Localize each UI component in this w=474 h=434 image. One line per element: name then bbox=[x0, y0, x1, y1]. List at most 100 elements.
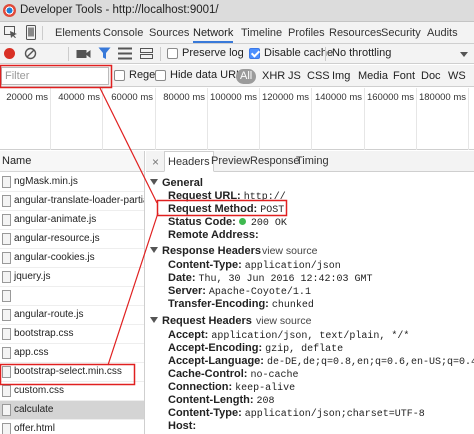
tab-audits[interactable]: Audits bbox=[427, 22, 458, 43]
tab-timeline[interactable]: Timeline bbox=[241, 22, 282, 43]
record-button[interactable] bbox=[4, 48, 15, 59]
tab-profiles[interactable]: Profiles bbox=[288, 22, 325, 43]
file-icon bbox=[2, 252, 11, 264]
request-row[interactable]: angular-animate.js bbox=[0, 211, 144, 230]
clear-icon[interactable] bbox=[24, 47, 37, 60]
overview-tick-label: 40000 ms bbox=[58, 92, 100, 103]
request-row[interactable]: app.css bbox=[0, 344, 144, 363]
name-column-header[interactable]: Name bbox=[0, 151, 144, 172]
header-row: Status Code: 200 OK bbox=[168, 216, 287, 229]
request-row-selected[interactable]: calculate bbox=[0, 401, 144, 420]
disable-cache-checkbox[interactable] bbox=[249, 48, 260, 59]
request-row[interactable]: angular-resource.js bbox=[0, 230, 144, 249]
header-row: Cache-Control: no-cache bbox=[168, 368, 299, 381]
regex-checkbox[interactable] bbox=[114, 70, 125, 81]
overview-tick-label: 120000 ms bbox=[261, 92, 309, 103]
header-row: Accept: application/json, text/plain, */* bbox=[168, 329, 410, 342]
status-ok-icon bbox=[238, 218, 246, 225]
view-source-link[interactable]: view source bbox=[256, 315, 311, 327]
request-name: app.css bbox=[14, 347, 49, 358]
tab-preview[interactable]: Preview bbox=[211, 151, 250, 171]
toolbar-divider bbox=[160, 47, 161, 61]
large-rows-icon[interactable] bbox=[140, 48, 153, 59]
toolbar-divider bbox=[68, 47, 69, 61]
network-overview[interactable]: 20000 ms 40000 ms 60000 ms 80000 ms 1000… bbox=[0, 88, 474, 150]
overview-tick-label: 80000 ms bbox=[163, 92, 205, 103]
general-section-header[interactable]: General bbox=[150, 177, 203, 189]
request-row[interactable]: ngMask.min.js bbox=[0, 173, 144, 192]
tab-sources[interactable]: Sources bbox=[149, 22, 189, 43]
header-row: Accept-Language: de-DE,de;q=0.8,en;q=0.6,… bbox=[168, 355, 474, 368]
response-headers-section-header[interactable]: Response Headers bbox=[150, 245, 261, 257]
type-filter-img[interactable]: Img bbox=[332, 69, 350, 84]
title-bar: Developer Tools - http://localhost:9001/ bbox=[0, 0, 474, 22]
type-filter-doc[interactable]: Doc bbox=[421, 69, 441, 84]
request-name: bootstrap-select.min.css bbox=[14, 366, 122, 377]
camera-icon[interactable] bbox=[76, 48, 91, 59]
disable-cache-label: Disable cache bbox=[264, 47, 334, 59]
tab-elements[interactable]: Elements bbox=[55, 22, 101, 43]
request-row[interactable]: bootstrap.css bbox=[0, 325, 144, 344]
filter-input[interactable] bbox=[1, 67, 109, 85]
tab-response[interactable]: Response bbox=[250, 151, 300, 171]
overview-tick-label: 20000 ms bbox=[6, 92, 48, 103]
tab-security[interactable]: Security bbox=[381, 22, 421, 43]
type-filter-all[interactable]: All bbox=[236, 69, 257, 84]
request-row[interactable]: angular-translate-loader-partia... bbox=[0, 192, 144, 211]
type-filter-xhr[interactable]: XHR bbox=[262, 69, 285, 84]
request-row[interactable]: angular-route.js bbox=[0, 306, 144, 325]
chevron-down-icon[interactable] bbox=[460, 52, 468, 57]
overview-tick-label: 60000 ms bbox=[111, 92, 153, 103]
list-view-icon[interactable] bbox=[118, 47, 132, 60]
request-headers-section-header[interactable]: Request Headers bbox=[150, 315, 252, 327]
request-row[interactable]: custom.css bbox=[0, 382, 144, 401]
header-row: Connection: keep-alive bbox=[168, 381, 296, 394]
window-title: Developer Tools - http://localhost:9001/ bbox=[20, 4, 219, 16]
request-row[interactable]: bootstrap-select.min.css bbox=[0, 363, 144, 382]
network-toolbar: Preserve log Disable cache No throttling bbox=[0, 44, 474, 64]
request-list: Name ngMask.min.js angular-translate-loa… bbox=[0, 151, 145, 434]
tab-headers[interactable]: Headers bbox=[164, 151, 214, 172]
tab-timing[interactable]: Timing bbox=[296, 151, 329, 171]
file-icon bbox=[2, 347, 11, 359]
overview-gridline bbox=[468, 88, 469, 150]
header-row: Accept-Encoding: gzip, deflate bbox=[168, 342, 344, 355]
view-source-link[interactable]: view source bbox=[262, 245, 317, 257]
preserve-log-checkbox[interactable] bbox=[167, 48, 178, 59]
inspect-element-icon[interactable] bbox=[4, 26, 18, 38]
throttling-select[interactable]: No throttling bbox=[332, 47, 391, 59]
file-icon bbox=[2, 176, 11, 188]
type-filter-js[interactable]: JS bbox=[288, 69, 301, 84]
type-filter-ws[interactable]: WS bbox=[448, 69, 466, 84]
panel-tabbar: Elements Console Sources Network Timelin… bbox=[0, 22, 474, 44]
type-filter-css[interactable]: CSS bbox=[307, 69, 330, 84]
close-icon[interactable]: × bbox=[152, 155, 159, 169]
file-icon bbox=[2, 271, 11, 283]
tab-network[interactable]: Network bbox=[193, 22, 234, 43]
request-row[interactable]: jquery.js bbox=[0, 268, 144, 287]
header-row: Transfer-Encoding: chunked bbox=[168, 298, 314, 311]
request-name: angular-resource.js bbox=[14, 233, 100, 244]
request-row[interactable]: offer.html bbox=[0, 420, 144, 434]
request-row[interactable] bbox=[0, 287, 144, 306]
request-row[interactable]: angular-cookies.js bbox=[0, 249, 144, 268]
device-mode-icon[interactable] bbox=[25, 25, 37, 40]
file-icon bbox=[2, 328, 11, 340]
request-name: custom.css bbox=[14, 385, 65, 396]
header-row: Date: Thu, 30 Jun 2016 12:42:03 GMT bbox=[168, 272, 373, 285]
filter-icon[interactable] bbox=[98, 47, 111, 60]
tab-console[interactable]: Console bbox=[103, 22, 143, 43]
file-icon bbox=[2, 423, 11, 434]
file-icon bbox=[2, 214, 11, 226]
request-name: calculate bbox=[14, 404, 54, 415]
request-name: angular-animate.js bbox=[14, 214, 97, 225]
type-filter-font[interactable]: Font bbox=[393, 69, 415, 84]
expand-triangle-icon bbox=[150, 247, 158, 253]
tab-resources[interactable]: Resources bbox=[329, 22, 382, 43]
overview-tick-label: 160000 ms bbox=[366, 92, 414, 103]
preserve-log-label: Preserve log bbox=[182, 47, 244, 59]
file-icon bbox=[2, 385, 11, 397]
hide-data-urls-checkbox[interactable] bbox=[155, 70, 166, 81]
header-row: Content-Type: application/json bbox=[168, 259, 341, 272]
type-filter-media[interactable]: Media bbox=[358, 69, 388, 84]
